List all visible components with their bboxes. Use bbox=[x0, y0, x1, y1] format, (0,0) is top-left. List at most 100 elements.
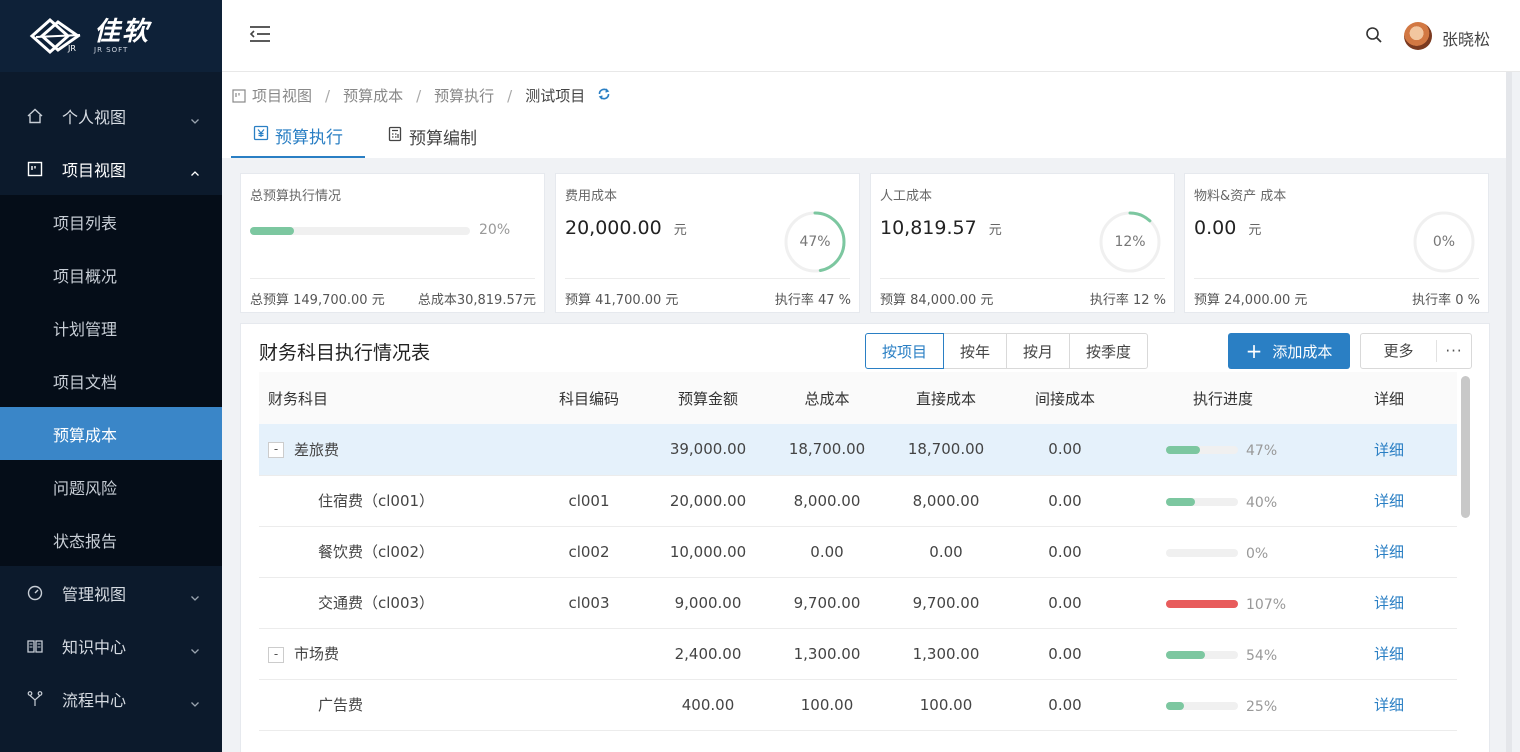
collapse-toggle-icon[interactable]: - bbox=[268, 442, 284, 459]
table-row[interactable]: 交通费（cl003） cl003 9,000.00 9,700.00 9,700.00 0… bbox=[259, 577, 1457, 629]
cell-direct-cost: 0.00 bbox=[887, 526, 1005, 578]
column-header[interactable]: 详细 bbox=[1321, 372, 1457, 424]
card-title: 总预算执行情况 bbox=[250, 189, 342, 204]
yen-icon bbox=[253, 125, 269, 146]
cell-subject: 住宿费（cl001） bbox=[259, 475, 529, 527]
sidebar-item-personal-view[interactable]: 个人视图 bbox=[0, 89, 222, 142]
segment-by-year[interactable]: 按年 bbox=[943, 333, 1008, 369]
segment-by-month[interactable]: 按月 bbox=[1006, 333, 1071, 369]
main-content: 项目视图 / 预算成本 / 预算执行 / 测试项目 预算执行 预算编制 总预算执… bbox=[222, 72, 1520, 752]
breadcrumb-current: 测试项目 bbox=[525, 87, 586, 105]
card-labor-cost: 人工成本 10,819.57 元 12% 预算 84,000.00 元 执行率 1… bbox=[870, 173, 1175, 313]
progress-label: 0% bbox=[1246, 545, 1269, 562]
search-icon[interactable] bbox=[1365, 26, 1383, 48]
sidebar-item-knowledge-center[interactable]: 知识中心 bbox=[0, 619, 222, 672]
table-scrollbar[interactable] bbox=[1459, 372, 1471, 752]
sidebar-sub-project-docs[interactable]: 项目文档 bbox=[0, 354, 222, 407]
cell-subject: 餐饮费（cl002） bbox=[259, 526, 529, 578]
cell-budget: 10,000.00 bbox=[649, 526, 767, 578]
scrollbar-thumb[interactable] bbox=[1461, 376, 1470, 518]
cell-progress: 0% bbox=[1125, 526, 1321, 578]
avatar[interactable] bbox=[1404, 22, 1432, 50]
add-cost-button[interactable]: + 添加成本 bbox=[1228, 333, 1350, 369]
cell-direct-cost: 18,700.00 bbox=[887, 424, 1005, 476]
sidebar-item-project-view[interactable]: 项目视图 bbox=[0, 142, 222, 195]
detail-link[interactable]: 详细 bbox=[1374, 696, 1404, 714]
menu-fold-icon[interactable] bbox=[249, 24, 271, 48]
subject-name: 住宿费（cl001） bbox=[318, 492, 435, 510]
column-header[interactable]: 总成本 bbox=[767, 372, 887, 424]
card-rate: 执行率 47 % bbox=[774, 293, 851, 308]
calculator-icon bbox=[387, 126, 403, 147]
segment-by-project[interactable]: 按项目 bbox=[865, 333, 945, 369]
table-row[interactable]: 住宿费（cl001） cl001 20,000.00 8,000.00 8,000.00… bbox=[259, 475, 1457, 527]
total-budget-value: 总预算 149,700.00 元 bbox=[250, 293, 385, 308]
cell-direct-cost: 8,000.00 bbox=[887, 475, 1005, 527]
column-header[interactable]: 预算金额 bbox=[649, 372, 767, 424]
sidebar-sub-status-report[interactable]: 状态报告 bbox=[0, 513, 222, 566]
logo[interactable]: JR 佳软 JR SOFT bbox=[0, 0, 222, 72]
total-progress-fill bbox=[250, 227, 294, 235]
more-button[interactable]: 更多 ··· bbox=[1360, 333, 1472, 369]
total-progress-label: 20% bbox=[479, 222, 511, 238]
top-header: 张晓松 bbox=[222, 0, 1520, 72]
cell-direct-cost: 100.00 bbox=[887, 679, 1005, 731]
cell-progress: 107% bbox=[1125, 577, 1321, 629]
detail-link[interactable]: 详细 bbox=[1374, 441, 1404, 459]
card-divider bbox=[565, 278, 850, 279]
card-rate: 执行率 12 % bbox=[1089, 293, 1166, 308]
subject-name: 餐饮费（cl002） bbox=[318, 543, 435, 561]
sidebar-sub-budget-cost[interactable]: 预算成本 bbox=[0, 407, 222, 460]
sidebar-sub-project-overview[interactable]: 项目概况 bbox=[0, 248, 222, 301]
sidebar-sub-plan-management[interactable]: 计划管理 bbox=[0, 301, 222, 354]
detail-link[interactable]: 详细 bbox=[1374, 543, 1404, 561]
breadcrumb-budget-cost[interactable]: 预算成本 bbox=[343, 85, 403, 106]
table-row[interactable]: - 差旅费 39,000.00 18,700.00 18,700.00 0.00 47% 详细 bbox=[259, 424, 1457, 476]
chevron-up-icon bbox=[190, 164, 200, 183]
column-header[interactable]: 执行进度 bbox=[1125, 372, 1321, 424]
detail-link[interactable]: 详细 bbox=[1374, 594, 1404, 612]
progress-fill bbox=[1166, 701, 1184, 710]
amount-value: 10,819.57 bbox=[880, 217, 977, 239]
column-header[interactable]: 直接成本 bbox=[887, 372, 1005, 424]
card-budget: 预算 24,000.00 元 bbox=[1194, 293, 1308, 308]
detail-link[interactable]: 详细 bbox=[1374, 492, 1404, 510]
progress-bar: 40% bbox=[1166, 494, 1280, 511]
progress-fill bbox=[1166, 650, 1205, 659]
username[interactable]: 张晓松 bbox=[1442, 26, 1490, 50]
table-row[interactable]: - 市场费 2,400.00 1,300.00 1,300.00 0.00 54% 详细 bbox=[259, 628, 1457, 680]
column-header[interactable]: 财务科目 bbox=[259, 372, 529, 424]
amount-value: 0.00 bbox=[1194, 217, 1237, 239]
sidebar-item-management-view[interactable]: 管理视图 bbox=[0, 566, 222, 619]
table-row[interactable]: 餐饮费（cl002） cl002 10,000.00 0.00 0.00 0.00 0% 详细 bbox=[259, 526, 1457, 578]
segment-by-quarter[interactable]: 按季度 bbox=[1069, 333, 1149, 369]
progress-label: 47% bbox=[1246, 443, 1278, 460]
collapse-toggle-icon[interactable]: - bbox=[268, 646, 284, 663]
cell-total-cost: 100.00 bbox=[767, 679, 887, 731]
progress-track bbox=[1166, 650, 1238, 659]
finance-table: 财务科目 科目编码 预算金额 总成本 直接成本 间接成本 执行进度 详细 - 差旅… bbox=[259, 372, 1457, 731]
progress-track bbox=[1166, 548, 1238, 557]
detail-link[interactable]: 详细 bbox=[1374, 645, 1404, 663]
subject-name: 市场费 bbox=[294, 645, 340, 663]
sidebar-item-process-center[interactable]: 流程中心 bbox=[0, 672, 222, 725]
breadcrumb-budget-execution[interactable]: 预算执行 bbox=[434, 85, 494, 106]
sidebar-sub-project-list[interactable]: 项目列表 bbox=[0, 195, 222, 248]
progress-label: 25% bbox=[1246, 698, 1278, 715]
table-row[interactable]: 广告费 400.00 100.00 100.00 0.00 25% 详细 bbox=[259, 679, 1457, 731]
page-scrollbar[interactable] bbox=[1506, 72, 1512, 752]
panel-title: 财务科目执行情况表 bbox=[259, 342, 431, 364]
breadcrumb-project-view[interactable]: 项目视图 bbox=[252, 85, 312, 106]
ring-label: 12% bbox=[1114, 234, 1146, 250]
tab-budget-execution[interactable]: 预算执行 bbox=[231, 114, 365, 158]
more-dots-icon[interactable]: ··· bbox=[1437, 342, 1471, 360]
tab-budget-planning[interactable]: 预算编制 bbox=[365, 114, 499, 158]
refresh-icon[interactable] bbox=[597, 87, 611, 105]
column-header[interactable]: 间接成本 bbox=[1005, 372, 1125, 424]
cell-indirect-cost: 0.00 bbox=[1005, 679, 1125, 731]
book-icon bbox=[26, 637, 44, 655]
sidebar-sub-issues-risks[interactable]: 问题风险 bbox=[0, 460, 222, 513]
progress-bar: 0% bbox=[1166, 545, 1280, 562]
column-header[interactable]: 科目编码 bbox=[529, 372, 649, 424]
sidebar-item-label: 项目视图 bbox=[62, 160, 127, 180]
